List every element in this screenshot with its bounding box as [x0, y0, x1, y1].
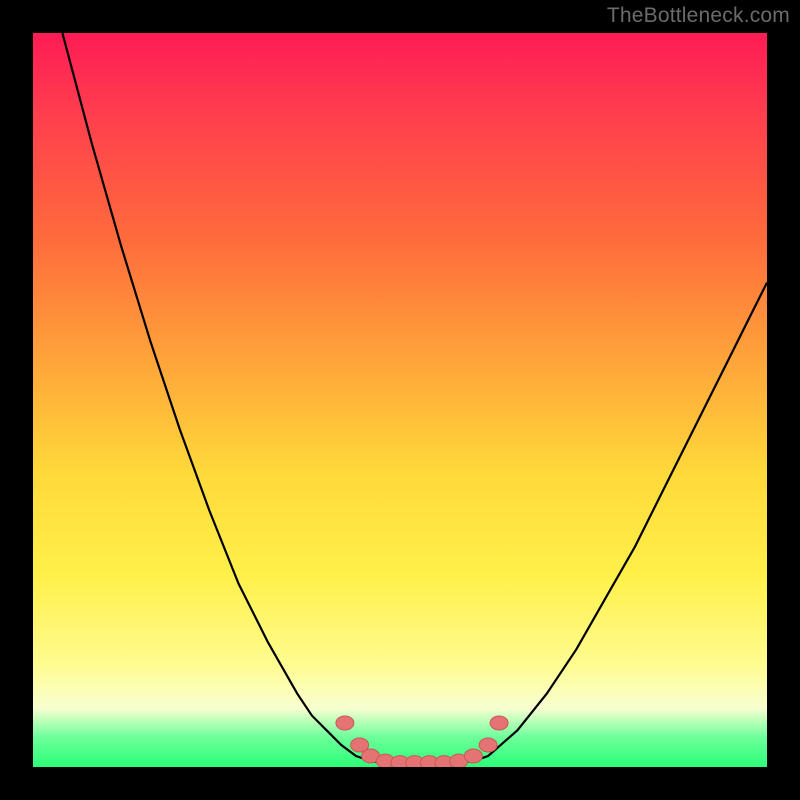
valley-marker — [479, 738, 497, 752]
valley-marker — [464, 749, 482, 763]
curve-svg — [33, 33, 767, 767]
curve-lines — [62, 33, 767, 763]
bottleneck-curve — [62, 33, 767, 763]
valley-markers — [336, 716, 508, 767]
plot-area — [33, 33, 767, 767]
valley-marker — [336, 716, 354, 730]
watermark-text: TheBottleneck.com — [607, 4, 790, 28]
chart-frame: TheBottleneck.com — [0, 0, 800, 800]
valley-marker — [490, 716, 508, 730]
